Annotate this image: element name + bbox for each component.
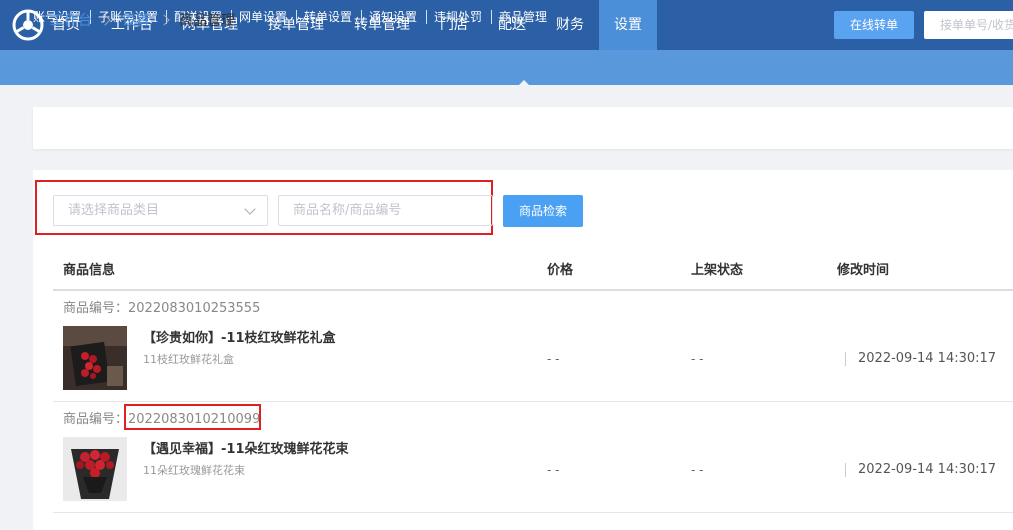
subnav-divider <box>296 10 297 24</box>
product-thumbnail-image <box>63 437 127 501</box>
subnav-notification-settings[interactable]: 通知设置 <box>369 0 417 35</box>
product-modified-time: 2022-09-14 14:30:17 <box>858 462 997 477</box>
column-divider <box>845 352 846 366</box>
product-thumbnail-image <box>63 326 127 390</box>
product-price: - - <box>547 352 560 366</box>
subnav-transfer-settings[interactable]: 转单设置 <box>304 0 352 35</box>
column-header-price: 价格 <box>547 263 574 278</box>
table-row-divider <box>53 401 1013 402</box>
subnav-online-order-settings[interactable]: 网单设置 <box>239 0 287 35</box>
nav-item-settings[interactable]: 设置 <box>599 0 657 50</box>
product-price: - - <box>547 463 560 477</box>
order-search-input[interactable]: 接单单号/收货 <box>924 11 1013 39</box>
online-transfer-button[interactable]: 在线转单 <box>834 11 914 39</box>
breadcrumb <box>33 107 1013 149</box>
column-header-product-info: 商品信息 <box>63 263 116 278</box>
product-search-button[interactable]: 商品检索 <box>503 195 583 227</box>
subnav-violation-penalty[interactable]: 违规处罚 <box>434 0 482 35</box>
product-name[interactable]: 【遇见幸福】-11朵红玫瑰鲜花花束 <box>143 438 349 457</box>
subnav-divider <box>491 10 492 24</box>
table-header-divider <box>53 289 1013 291</box>
nav-item-finance[interactable]: 财务 <box>542 0 598 50</box>
product-code: 商品编号：2022083010253555 <box>63 301 261 316</box>
column-header-listing-status: 上架状态 <box>691 263 744 278</box>
category-select[interactable]: 请选择商品类目 <box>53 195 268 226</box>
product-name[interactable]: 【珍贵如你】-11枝红玫鲜花礼盒 <box>143 327 336 346</box>
subnav-divider <box>426 10 427 24</box>
column-header-modified-time: 修改时间 <box>837 263 890 278</box>
breadcrumb-settings[interactable]: 设置 <box>122 0 150 42</box>
product-description: 11朵红玫瑰鲜花花束 <box>143 464 245 477</box>
product-listing-status: - - <box>691 352 704 366</box>
breadcrumb-current-page: 商品管理 <box>179 13 235 29</box>
product-description: 11枝红玫鲜花礼盒 <box>143 353 234 366</box>
settings-subnav <box>0 50 1013 85</box>
product-code-highlight-box <box>124 404 261 430</box>
product-listing-status: - - <box>691 463 704 477</box>
subnav-product-management[interactable]: 商品管理 <box>499 0 547 35</box>
column-divider <box>845 463 846 477</box>
table-row-divider <box>53 512 1013 513</box>
subnav-divider <box>361 10 362 24</box>
product-modified-time: 2022-09-14 14:30:17 <box>858 351 997 366</box>
active-subnav-caret-icon <box>519 80 529 85</box>
breadcrumb-workbench[interactable]: 工作台 <box>50 0 92 42</box>
product-keyword-input[interactable]: 商品名称/商品编号 <box>278 195 493 226</box>
